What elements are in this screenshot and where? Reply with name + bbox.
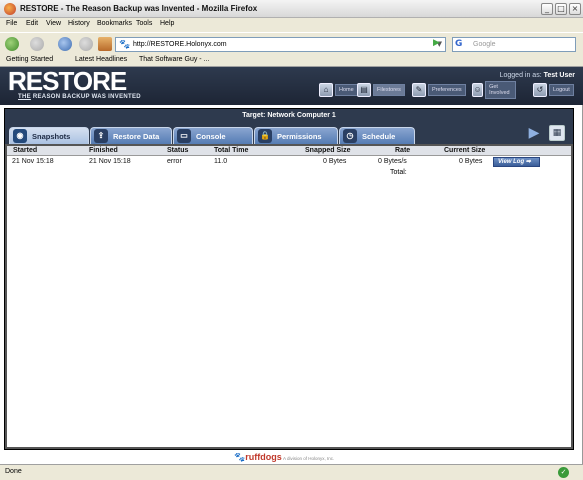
col-total-time: Total Time — [214, 147, 249, 154]
cell-rate: 0 Bytes/s — [378, 158, 407, 165]
stop-icon[interactable] — [79, 37, 93, 51]
target-title: Target: Network Computer 1 — [5, 109, 573, 122]
people-icon: ☺ — [472, 83, 484, 97]
cell-status: error — [167, 158, 182, 165]
clock-icon: ◷ — [343, 129, 357, 143]
nav-preferences[interactable]: ✎ Preferences — [412, 82, 466, 98]
restore-icon: ⇪ — [94, 129, 108, 143]
tab-bar: ◉ Snapshots ⇪ Restore Data ▭ Console 🔒 P… — [5, 122, 573, 144]
total-label: Total: — [390, 169, 407, 176]
paw-icon: 🐾 — [234, 452, 246, 462]
tab-schedule[interactable]: ◷ Schedule — [339, 127, 415, 144]
menu-help[interactable]: Help — [160, 20, 174, 27]
play-icon[interactable]: ▶ — [526, 124, 542, 142]
navigation-toolbar: 🐾 http://RESTORE.Holonyx.com ▼ ▶ G Googl… — [0, 32, 583, 54]
footer-subtext: A division of Holonyx, Inc. — [283, 456, 335, 461]
cell-total-time: 11.0 — [214, 158, 228, 165]
go-icon[interactable]: ▶ — [433, 38, 440, 48]
username: Test User — [543, 72, 575, 79]
menu-tools[interactable]: Tools — [136, 20, 152, 27]
status-text: Done — [5, 468, 22, 475]
back-icon[interactable] — [5, 37, 19, 51]
cell-snapped-size: 0 Bytes — [323, 158, 347, 165]
menu-bar: File Edit View History Bookmarks Tools H… — [0, 18, 583, 32]
target-panel: Target: Network Computer 1 ◉ Snapshots ⇪… — [4, 108, 574, 450]
menu-edit[interactable]: Edit — [26, 20, 38, 27]
nav-filestores[interactable]: ▤ Filestores — [357, 82, 405, 98]
tagline: THE REASON BACKUP WAS INVENTED — [18, 94, 141, 100]
home-icon[interactable] — [98, 37, 112, 51]
arrow-right-icon: ➡ — [525, 159, 531, 165]
tab-permissions[interactable]: 🔒 Permissions — [254, 127, 338, 144]
status-bar: Done ✓ — [0, 464, 583, 480]
wrench-icon: ✎ — [412, 83, 426, 97]
folder-icon: ▤ — [357, 83, 371, 97]
monitor-icon: ▭ — [177, 129, 191, 143]
camera-icon: ◉ — [13, 129, 27, 143]
url-text: http://RESTORE.Holonyx.com — [133, 41, 227, 48]
col-finished: Finished — [89, 147, 118, 154]
page-footer: 🐾ruffdogs A division of Holonyx, Inc. — [0, 452, 583, 464]
table-header: Started Finished Status Total Time Snapp… — [7, 146, 571, 156]
table-row: 21 Nov 15:18 21 Nov 15:18 error 11.0 0 B… — [7, 156, 571, 168]
google-icon: G — [455, 39, 463, 49]
firefox-icon — [4, 3, 16, 15]
nav-logout[interactable]: ↺ Logout — [533, 82, 574, 98]
url-bar[interactable]: 🐾 http://RESTORE.Holonyx.com ▼ — [115, 37, 446, 52]
page-content: RESTORE THE REASON BACKUP WAS INVENTED L… — [0, 67, 583, 464]
close-button[interactable]: × — [569, 3, 581, 15]
bookmark-getting-started[interactable]: Getting Started — [6, 56, 53, 63]
ruffdogs-logo[interactable]: 🐾ruffdogs — [234, 452, 282, 463]
minimize-button[interactable]: _ — [541, 3, 553, 15]
reload-icon[interactable] — [58, 37, 72, 51]
menu-view[interactable]: View — [46, 20, 61, 27]
maximize-button[interactable]: □ — [555, 3, 567, 15]
snapshots-table: Started Finished Status Total Time Snapp… — [5, 144, 573, 449]
login-info: Logged in as: Test User — [499, 72, 575, 79]
history-icon[interactable]: ▦ — [549, 125, 565, 141]
search-placeholder: Google — [473, 41, 496, 48]
site-header: RESTORE THE REASON BACKUP WAS INVENTED L… — [0, 67, 583, 105]
home-icon: ⌂ — [319, 83, 333, 97]
bookmark-latest-headlines[interactable]: Latest Headlines — [75, 56, 127, 63]
lock-icon: 🔒 — [258, 129, 272, 143]
nav-home[interactable]: ⌂ Home — [319, 82, 358, 98]
menu-file[interactable]: File — [6, 20, 17, 27]
window-title: RESTORE - The Reason Backup was Invented… — [20, 4, 258, 13]
checkmark-icon: ✓ — [558, 467, 569, 478]
restore-logo[interactable]: RESTORE — [8, 68, 127, 95]
col-started: Started — [13, 147, 38, 154]
bookmark-software-guy[interactable]: That Software Guy - ... — [139, 56, 209, 63]
col-status: Status — [167, 147, 189, 154]
menu-bookmarks[interactable]: Bookmarks — [97, 20, 132, 27]
forward-icon[interactable] — [30, 37, 44, 51]
cell-finished: 21 Nov 15:18 — [89, 158, 131, 165]
cell-started: 21 Nov 15:18 — [12, 158, 54, 165]
col-current-size: Current Size — [444, 147, 486, 154]
tab-restore-data[interactable]: ⇪ Restore Data — [90, 127, 172, 144]
logout-icon: ↺ — [533, 83, 547, 97]
search-input[interactable]: G Google — [452, 37, 576, 52]
tab-console[interactable]: ▭ Console — [173, 127, 253, 144]
cell-current-size: 0 Bytes — [459, 158, 483, 165]
col-snapped-size: Snapped Size — [305, 147, 351, 154]
tab-snapshots[interactable]: ◉ Snapshots — [9, 127, 89, 144]
window-titlebar: RESTORE - The Reason Backup was Invented… — [0, 0, 583, 18]
view-log-button[interactable]: View Log ➡ — [493, 157, 540, 167]
paw-icon: 🐾 — [119, 40, 131, 50]
menu-history[interactable]: History — [68, 20, 90, 27]
col-rate: Rate — [395, 147, 411, 154]
nav-get-involved[interactable]: ☺ Get Involved — [472, 81, 517, 99]
